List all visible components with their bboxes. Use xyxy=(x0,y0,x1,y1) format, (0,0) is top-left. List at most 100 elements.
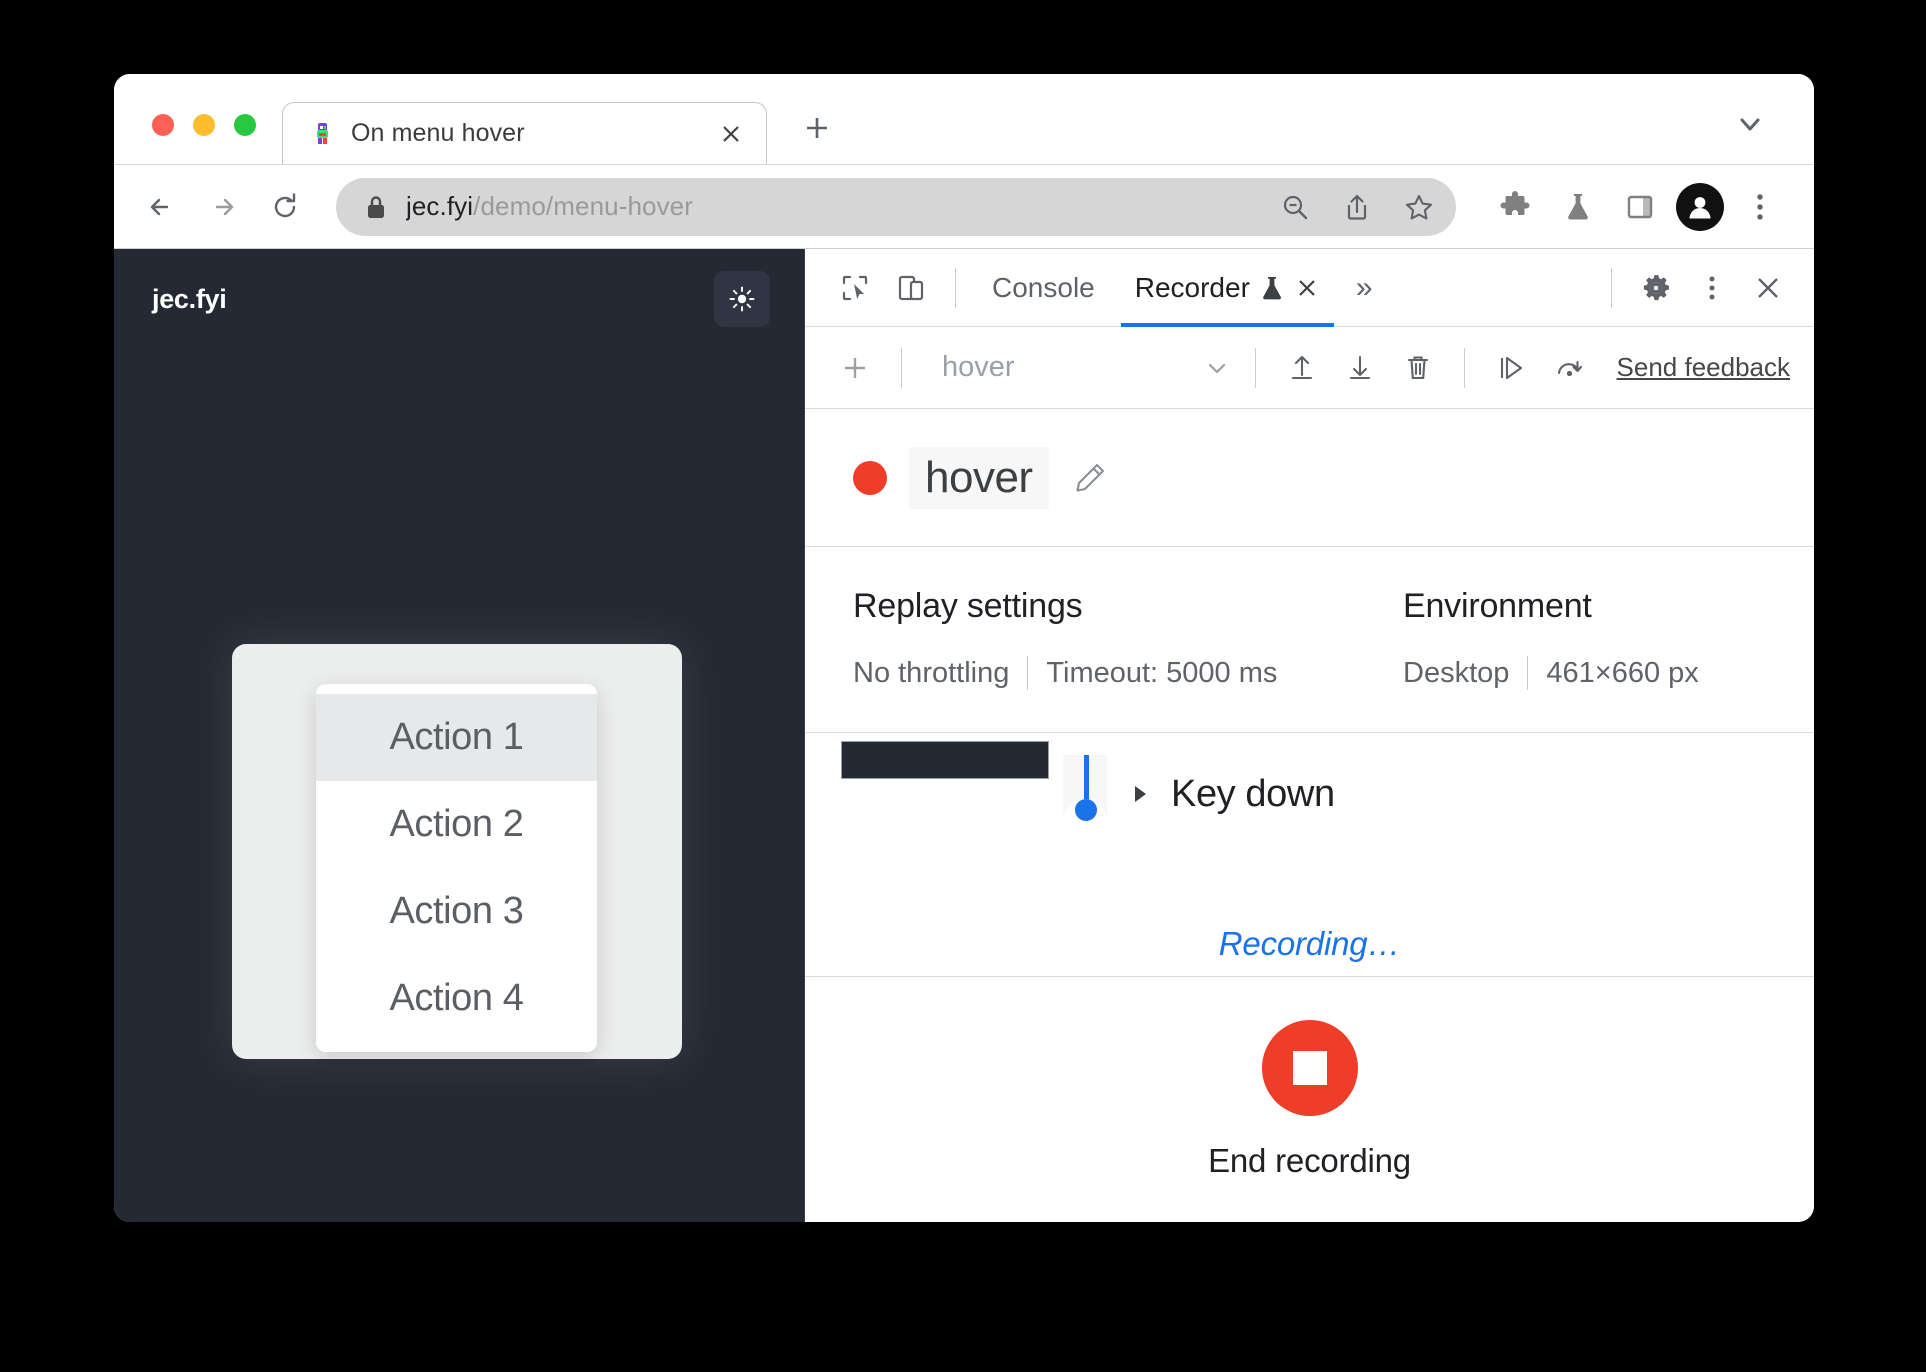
window-minimize-button[interactable] xyxy=(193,114,215,136)
reload-icon[interactable] xyxy=(256,178,314,236)
menu-item[interactable]: Action 3 xyxy=(316,868,597,955)
window-traffic-lights xyxy=(114,114,282,164)
divider xyxy=(901,347,902,388)
device-toolbar-icon[interactable] xyxy=(883,260,939,316)
chevron-right-icon[interactable] xyxy=(1129,781,1151,807)
flask-icon[interactable] xyxy=(1552,181,1604,233)
back-arrow-icon[interactable] xyxy=(132,178,190,236)
tab-recorder[interactable]: Recorder xyxy=(1115,249,1340,327)
inspect-element-icon[interactable] xyxy=(827,260,883,316)
recording-status-text: Recording… xyxy=(1218,925,1401,962)
send-feedback-link[interactable]: Send feedback xyxy=(1617,352,1790,383)
menu-item[interactable]: Action 2 xyxy=(316,781,597,868)
dropdown-menu: Action 1 Action 2 Action 3 Action 4 xyxy=(316,684,597,1052)
page-viewport: jec.fyi Hover me! Action 1 xyxy=(114,249,804,1222)
replay-settings-heading: Replay settings xyxy=(853,587,1083,625)
dino-favicon xyxy=(309,121,335,147)
chevron-down-icon[interactable] xyxy=(1726,100,1774,148)
new-tab-button[interactable] xyxy=(793,104,841,152)
throttling-value[interactable]: No throttling xyxy=(853,657,1009,690)
recording-selector-value: hover xyxy=(942,351,1015,383)
add-recording-button[interactable] xyxy=(827,340,883,396)
sun-icon[interactable] xyxy=(714,271,770,327)
divider xyxy=(1611,267,1612,308)
replay-icon[interactable] xyxy=(1483,340,1539,396)
recording-title-row: hover xyxy=(805,409,1814,547)
menu-item[interactable]: Action 4 xyxy=(316,955,597,1042)
browser-window: On menu hover jec.fyi/demo/menu-hover je… xyxy=(114,74,1814,1222)
menu-item[interactable]: Action 1 xyxy=(316,694,597,781)
stop-square-icon xyxy=(1292,1050,1327,1085)
divider xyxy=(1463,347,1465,388)
gear-icon[interactable] xyxy=(1628,260,1684,316)
close-icon[interactable] xyxy=(1294,275,1320,301)
content-split: jec.fyi Hover me! Action 1 xyxy=(114,248,1814,1222)
browser-toolbar-actions xyxy=(1490,181,1786,233)
divider xyxy=(1027,656,1029,690)
environment-column: Environment Desktop 461×660 px xyxy=(1403,587,1699,690)
import-icon[interactable] xyxy=(1274,340,1330,396)
menu-item-label: Action 4 xyxy=(389,977,524,1019)
pencil-icon[interactable] xyxy=(1071,459,1109,497)
environment-heading: Environment xyxy=(1403,587,1592,625)
tab-console-label: Console xyxy=(992,271,1095,303)
page-overlay-artifact xyxy=(841,741,1049,779)
forward-arrow-icon[interactable] xyxy=(194,178,252,236)
side-panel-icon[interactable] xyxy=(1614,181,1666,233)
bookmark-star-icon[interactable] xyxy=(1392,180,1446,234)
end-recording-button[interactable] xyxy=(1261,1019,1358,1116)
recording-status-dot xyxy=(853,460,887,495)
url-host: jec.fyi xyxy=(406,191,474,221)
address-bar-actions xyxy=(1268,180,1446,234)
tab-console[interactable]: Console xyxy=(972,249,1115,327)
device-value: Desktop xyxy=(1403,656,1510,689)
devtools-tabbar: Console Recorder » xyxy=(805,249,1814,327)
tab-strip: On menu hover xyxy=(114,74,1814,164)
window-close-button[interactable] xyxy=(152,114,174,136)
end-recording-label: End recording xyxy=(1208,1141,1411,1179)
three-dot-menu-icon[interactable] xyxy=(1684,260,1740,316)
tab-recorder-label: Recorder xyxy=(1134,271,1250,303)
window-maximize-button[interactable] xyxy=(234,114,256,136)
step-row[interactable]: Key down xyxy=(1063,755,1335,833)
address-bar-url: jec.fyi/demo/menu-hover xyxy=(406,191,1268,222)
recording-settings: Replay settings No throttling Timeout: 5… xyxy=(805,547,1814,733)
browser-tab[interactable]: On menu hover xyxy=(282,102,767,164)
menu-item-label: Action 1 xyxy=(389,716,524,758)
timeout-value[interactable]: Timeout: 5000 ms xyxy=(1046,657,1277,690)
timeline-line xyxy=(1084,755,1089,803)
replay-settings-column: Replay settings No throttling Timeout: 5… xyxy=(853,587,1403,690)
tab-title: On menu hover xyxy=(351,119,525,147)
close-icon[interactable] xyxy=(716,119,746,149)
profile-avatar-icon[interactable] xyxy=(1676,182,1724,231)
divider xyxy=(1527,656,1529,690)
address-bar[interactable]: jec.fyi/demo/menu-hover xyxy=(336,177,1456,236)
divider xyxy=(1254,347,1256,388)
share-icon[interactable] xyxy=(1330,180,1384,234)
replay-settings-values: No throttling Timeout: 5000 ms xyxy=(853,656,1403,690)
recording-selector[interactable]: hover xyxy=(920,351,1237,384)
devtools-panel: Console Recorder » hover Send feedback h… xyxy=(804,249,1814,1222)
browser-toolbar: jec.fyi/demo/menu-hover xyxy=(114,164,1814,248)
record-again-icon[interactable] xyxy=(1541,340,1597,396)
flask-icon xyxy=(1260,275,1284,301)
tab-overflow-button[interactable]: » xyxy=(1340,271,1389,305)
menu-item-label: Action 3 xyxy=(389,890,524,932)
puzzle-icon[interactable] xyxy=(1490,181,1542,233)
zoom-out-icon[interactable] xyxy=(1268,180,1322,234)
export-icon[interactable] xyxy=(1332,340,1388,396)
recording-title[interactable]: hover xyxy=(909,446,1049,509)
recording-steps-list: Key down Recording… xyxy=(805,733,1814,976)
page-logo[interactable]: jec.fyi xyxy=(152,284,227,315)
three-dot-menu-icon[interactable] xyxy=(1734,181,1786,233)
trash-icon[interactable] xyxy=(1390,340,1446,396)
recorder-toolbar: hover Send feedback xyxy=(805,327,1814,409)
environment-values: Desktop 461×660 px xyxy=(1403,656,1699,690)
viewport-value: 461×660 px xyxy=(1546,656,1699,689)
close-icon[interactable] xyxy=(1740,260,1796,316)
chevron-down-icon xyxy=(1203,354,1231,382)
lock-icon xyxy=(364,193,388,221)
screenshot-root: On menu hover jec.fyi/demo/menu-hover je… xyxy=(0,0,1926,1372)
page-header: jec.fyi xyxy=(114,249,804,349)
step-timeline xyxy=(1063,755,1107,833)
